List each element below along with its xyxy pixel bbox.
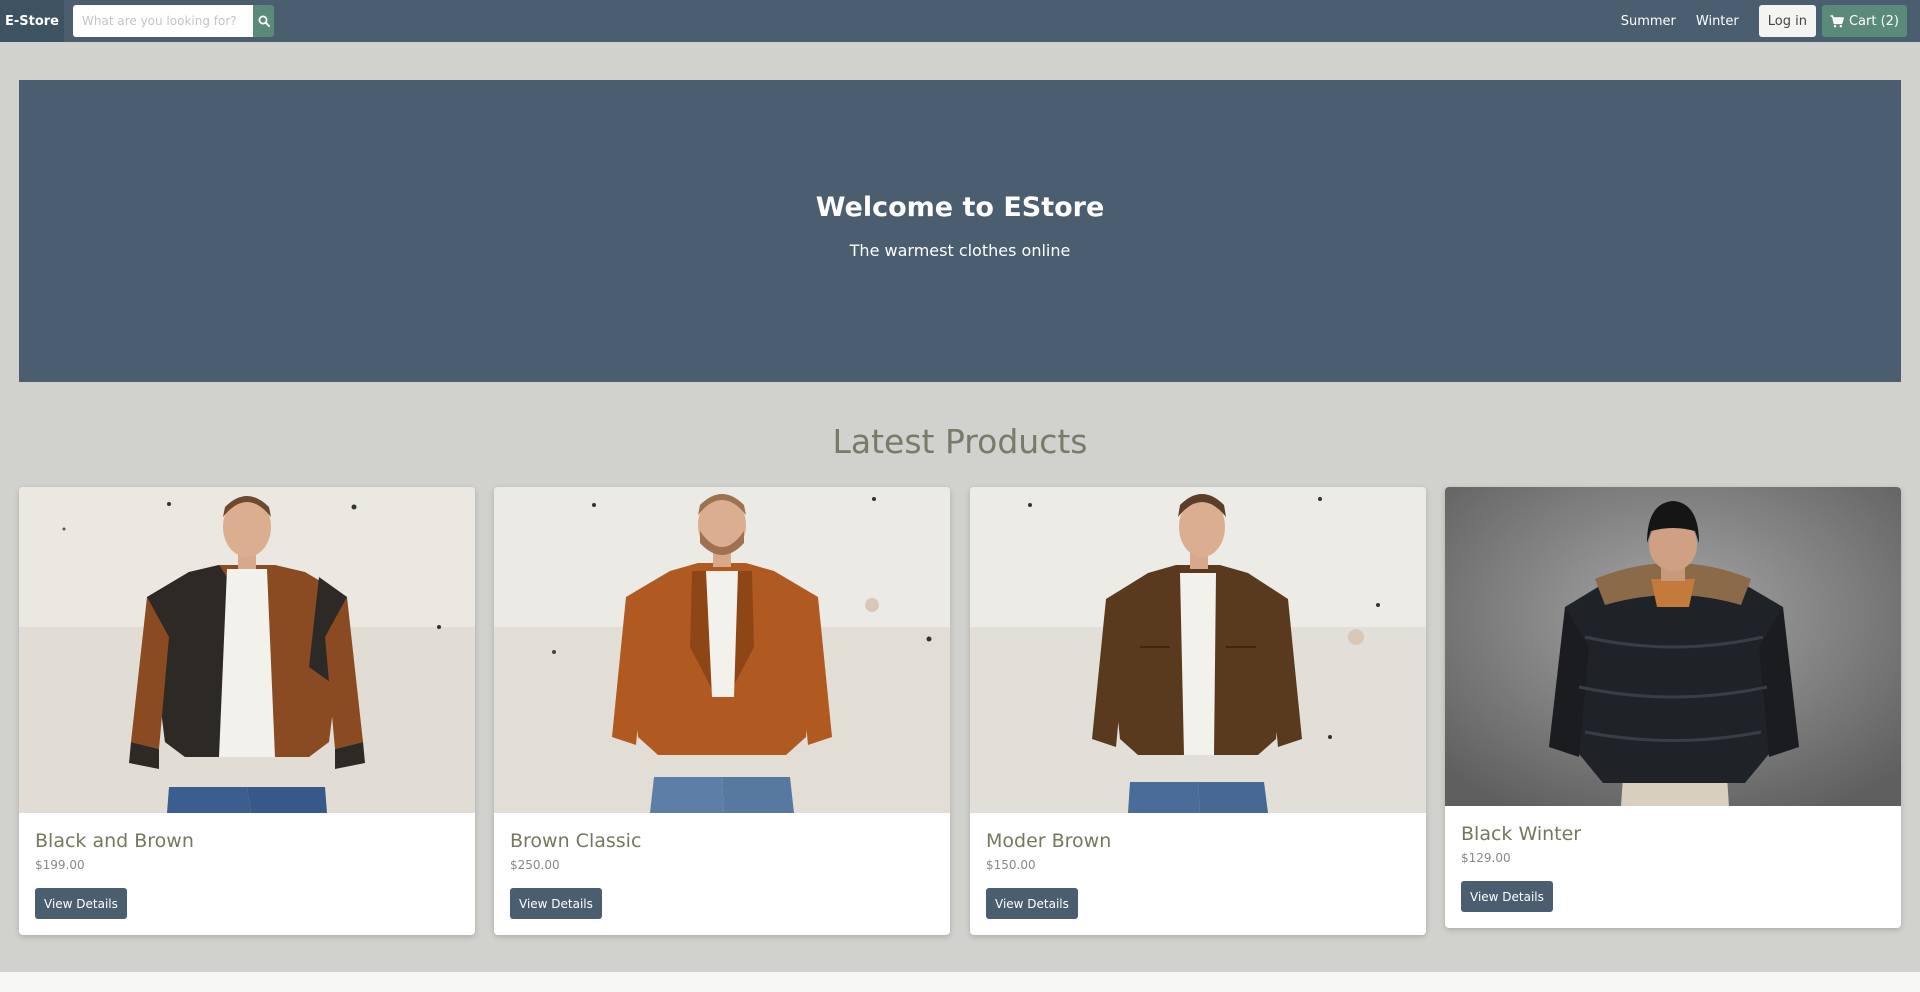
view-details-button[interactable]: View Details <box>510 888 602 919</box>
top-navbar: E-Store Summer Winter Log in Cart (2) <box>0 0 1920 42</box>
card-body: Moder Brown $150.00 View Details <box>970 813 1426 935</box>
cart-button[interactable]: Cart (2) <box>1821 5 1907 37</box>
product-image[interactable] <box>970 487 1426 813</box>
hero-banner: Welcome to EStore The warmest clothes on… <box>19 80 1901 382</box>
footer-strip <box>0 972 1920 992</box>
search-icon <box>258 15 270 27</box>
card-body: Black Winter $129.00 View Details <box>1445 806 1901 928</box>
product-price: $150.00 <box>986 858 1036 872</box>
search-button[interactable] <box>253 5 274 37</box>
nav-link-summer[interactable]: Summer <box>1621 14 1676 29</box>
product-name[interactable]: Moder Brown <box>986 830 1410 852</box>
nav-link-winter[interactable]: Winter <box>1696 14 1739 29</box>
product-price: $129.00 <box>1461 851 1511 865</box>
product-card: Black Winter $129.00 View Details <box>1445 487 1901 928</box>
view-details-button[interactable]: View Details <box>35 888 127 919</box>
product-card: Black and Brown $199.00 View Details <box>19 487 475 935</box>
product-price: $250.00 <box>510 858 560 872</box>
section-title: Latest Products <box>832 422 1088 461</box>
hero-title: Welcome to EStore <box>815 192 1105 223</box>
card-body: Brown Classic $250.00 View Details <box>494 813 950 935</box>
login-button[interactable]: Log in <box>1758 5 1816 37</box>
product-price: $199.00 <box>35 858 85 872</box>
card-body: Black and Brown $199.00 View Details <box>19 813 475 935</box>
product-card: Brown Classic $250.00 View Details <box>494 487 950 935</box>
search-bar <box>73 5 274 37</box>
cart-icon <box>1830 14 1844 27</box>
puffer-jacket-photo-icon <box>1445 487 1901 806</box>
leather-jacket-photo-icon <box>19 487 475 813</box>
suede-jacket-photo-icon <box>494 487 950 813</box>
product-name[interactable]: Black and Brown <box>35 830 459 852</box>
brand-logo[interactable]: E-Store <box>0 0 64 42</box>
product-image[interactable] <box>494 487 950 813</box>
search-input[interactable] <box>73 5 253 37</box>
cart-label: Cart (2) <box>1848 13 1899 29</box>
product-name[interactable]: Black Winter <box>1461 823 1885 845</box>
product-image[interactable] <box>1445 487 1901 806</box>
view-details-button[interactable]: View Details <box>986 888 1078 919</box>
nav-right: Summer Winter Log in Cart (2) <box>1621 0 1920 42</box>
product-grid: Black and Brown $199.00 View Details Bro… <box>19 487 1901 937</box>
brown-jacket-photo-icon <box>970 487 1426 813</box>
view-details-button[interactable]: View Details <box>1461 881 1553 912</box>
product-image[interactable] <box>19 487 475 813</box>
product-card: Moder Brown $150.00 View Details <box>970 487 1426 935</box>
hero-subtitle: The warmest clothes online <box>849 241 1071 260</box>
product-name[interactable]: Brown Classic <box>510 830 934 852</box>
